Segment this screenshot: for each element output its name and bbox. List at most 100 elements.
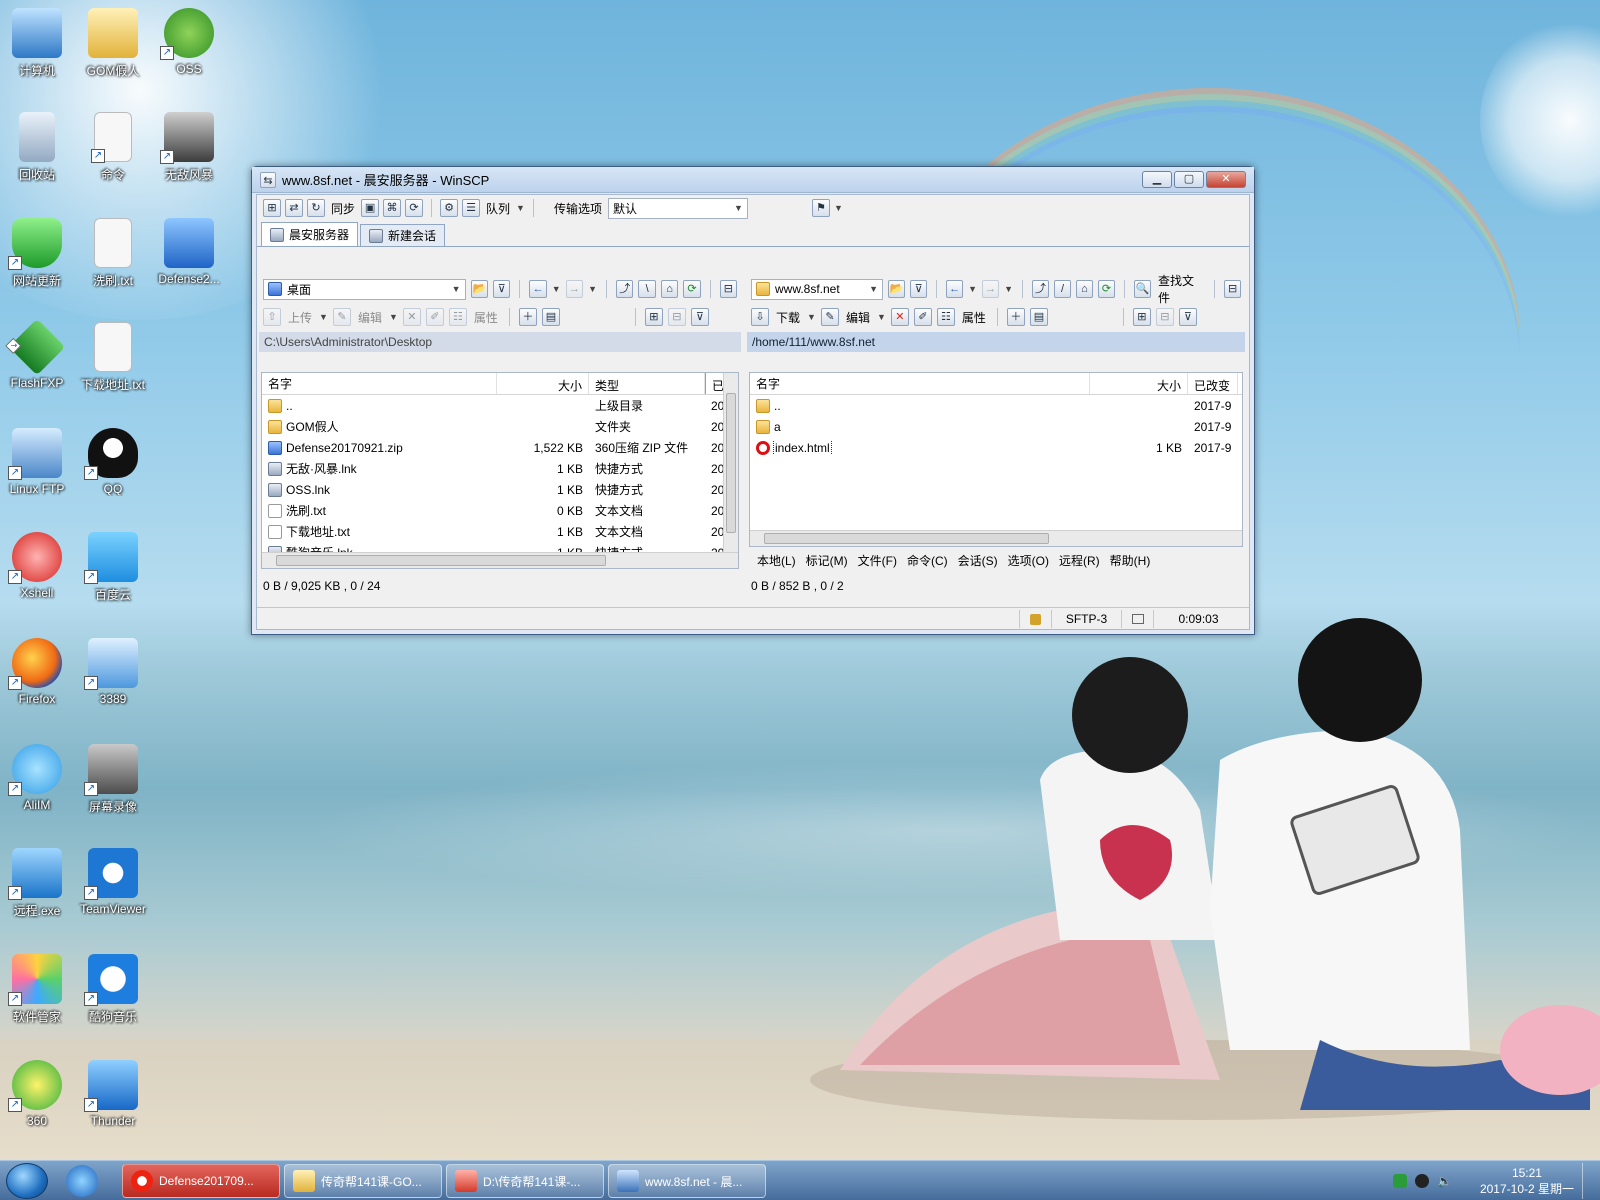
delete-icon[interactable]: ✕ xyxy=(890,308,909,326)
rename-icon[interactable]: ✐ xyxy=(425,308,444,326)
desktop-icon-3389[interactable]: ↗ 3389 xyxy=(76,638,150,706)
chevron-down-icon[interactable]: ▼ xyxy=(516,203,525,213)
column-type[interactable]: 类型 xyxy=(589,373,705,394)
desktop-icon-site-update[interactable]: ↗ 网站更新 xyxy=(0,218,74,289)
home-icon[interactable]: ⌂ xyxy=(1075,280,1094,298)
filter-files-icon[interactable]: ⊽ xyxy=(690,308,709,326)
transfer-options-select[interactable]: 默认 ▼ xyxy=(607,197,748,219)
winscp-window[interactable]: ⇆ www.8sf.net - 晨安服务器 - WinSCP ▁ ▢ ✕ ⊞ ⇄… xyxy=(251,166,1255,635)
refresh-session-icon[interactable]: ⟳ xyxy=(405,199,424,217)
download-button[interactable]: 下载 xyxy=(774,309,802,326)
edit-icon[interactable]: ✎ xyxy=(820,308,839,326)
tree-view-icon[interactable]: ⊟ xyxy=(719,280,737,298)
desktop-icon-command[interactable]: ↗ 命令 xyxy=(76,112,150,183)
menu-local[interactable]: 本地(L) xyxy=(757,552,796,569)
new-folder-icon[interactable]: ＋ xyxy=(518,308,537,326)
remote-location-select[interactable]: www.8sf.net ▼ xyxy=(751,278,884,300)
desktop-icon-xshell[interactable]: ↗ Xshell xyxy=(0,532,74,600)
gear-icon[interactable]: ⚙ xyxy=(440,199,459,217)
upload-icon[interactable]: ⇧ xyxy=(263,308,281,326)
table-row[interactable]: 洗刷.txt 0 KB 文本文档 20 xyxy=(262,500,738,521)
column-name[interactable]: 名字 xyxy=(262,373,497,394)
properties-button[interactable]: 属性 xyxy=(472,309,500,326)
chevron-down-icon[interactable]: ▼ xyxy=(389,312,398,322)
scrollbar-thumb[interactable] xyxy=(726,393,736,533)
table-row[interactable]: Defense20170921.zip 1,522 KB 360压缩 ZIP 文件 2… xyxy=(262,437,738,458)
table-row[interactable]: a 2017-9 xyxy=(750,416,1242,437)
desktop-icon-oss[interactable]: ↗ OSS xyxy=(152,8,226,76)
minimize-button[interactable]: ▁ xyxy=(1142,171,1172,188)
edit-button[interactable]: 编辑 xyxy=(844,309,872,326)
root-folder-icon[interactable]: / xyxy=(1053,280,1071,298)
desktop-icon-xishua[interactable]: 洗刷.txt xyxy=(76,218,150,289)
sync-browse-icon[interactable]: ⇄ xyxy=(285,199,303,217)
clock[interactable]: 15:21 2017-10-2 星期一 xyxy=(1480,1165,1574,1197)
back-arrow-icon[interactable]: ← xyxy=(529,280,547,298)
delete-icon[interactable]: ✕ xyxy=(402,308,421,326)
new-folder-icon[interactable]: ＋ xyxy=(1006,308,1025,326)
root-folder-icon[interactable]: \ xyxy=(638,280,656,298)
desktop-icon-firefox[interactable]: ↗ Firefox xyxy=(0,638,74,706)
chevron-down-icon[interactable]: ▼ xyxy=(588,284,597,294)
remote-path-bar[interactable]: /home/111/www.8sf.net xyxy=(747,332,1245,352)
chevron-down-icon[interactable]: ▼ xyxy=(968,284,977,294)
tab-session-server[interactable]: 晨安服务器 xyxy=(261,222,359,246)
desktop-icon-aliim[interactable]: ↗ AliIM xyxy=(0,744,74,812)
filter-icon[interactable]: ⊽ xyxy=(910,280,928,298)
start-button[interactable] xyxy=(6,1163,48,1199)
local-vertical-scrollbar[interactable] xyxy=(723,373,738,552)
remote-file-list[interactable]: 名字 大小 已改变 .. 2017-9 a 2017-9 index.html 1 KB 2… xyxy=(749,372,1243,547)
desktop-icon-thunder[interactable]: ↗ Thunder xyxy=(76,1060,150,1128)
refresh-icon[interactable]: ⟳ xyxy=(1098,280,1116,298)
putty-icon[interactable]: ⌘ xyxy=(383,199,402,217)
scrollbar-thumb[interactable] xyxy=(276,555,606,566)
edit-icon[interactable]: ✎ xyxy=(332,308,351,326)
menu-command[interactable]: 命令(C) xyxy=(907,552,948,569)
desktop-icon-computer[interactable]: 计算机 xyxy=(0,8,74,79)
queue-icon[interactable]: ☰ xyxy=(462,199,481,217)
chevron-down-icon[interactable]: ▼ xyxy=(1004,284,1013,294)
forward-arrow-icon[interactable]: → xyxy=(982,280,1000,298)
table-row[interactable]: OSS.lnk 1 KB 快捷方式 20 xyxy=(262,479,738,500)
parent-folder-icon[interactable]: ⤴ xyxy=(616,280,634,298)
menu-options[interactable]: 选项(O) xyxy=(1008,552,1049,569)
terminal-icon[interactable]: ▣ xyxy=(361,199,380,217)
volume-icon[interactable]: 🔈 xyxy=(1437,1174,1452,1188)
desktop-icon-qq[interactable]: ↗ QQ xyxy=(76,428,150,496)
edit-button[interactable]: 编辑 xyxy=(356,309,384,326)
desktop-icon-recycle-bin[interactable]: 回收站 xyxy=(0,112,74,183)
desktop-icon-download-list[interactable]: 下载地址.txt xyxy=(76,322,150,393)
deselect-icon[interactable]: ⊟ xyxy=(667,308,686,326)
rename-icon[interactable]: ✐ xyxy=(913,308,932,326)
column-name[interactable]: 名字 xyxy=(750,373,1090,394)
forward-arrow-icon[interactable]: → xyxy=(565,280,584,298)
menu-session[interactable]: 会话(S) xyxy=(958,552,998,569)
chevron-down-icon[interactable]: ▼ xyxy=(552,284,561,294)
qq-tray-icon[interactable] xyxy=(1415,1174,1429,1188)
refresh-icon[interactable]: ⟳ xyxy=(683,280,701,298)
desktop-icon-remote[interactable]: ↗ 远程.exe xyxy=(0,848,74,919)
back-arrow-icon[interactable]: ← xyxy=(946,280,964,298)
tab-new-session[interactable]: 新建会话 xyxy=(360,224,446,246)
tree-view-icon[interactable]: ⊟ xyxy=(1224,280,1242,298)
close-button[interactable]: ✕ xyxy=(1206,171,1246,188)
desktop-icon-gom[interactable]: GOM假人 xyxy=(76,8,150,79)
deselect-icon[interactable]: ⊟ xyxy=(1155,308,1174,326)
ie-icon[interactable] xyxy=(66,1165,98,1197)
column-changed[interactable]: 已改变 xyxy=(1188,373,1238,394)
properties-icon[interactable]: ☷ xyxy=(448,308,467,326)
sync-button[interactable]: 同步 xyxy=(329,200,357,217)
desktop-icon-teamviewer[interactable]: ↗ TeamViewer xyxy=(76,848,150,916)
tray-app-icon[interactable] xyxy=(1393,1174,1407,1188)
select-all-icon[interactable]: ⊞ xyxy=(1132,308,1151,326)
table-row[interactable]: .. 2017-9 xyxy=(750,395,1242,416)
home-icon[interactable]: ⌂ xyxy=(660,280,679,298)
task-editor[interactable]: D:\传奇帮141课-... xyxy=(446,1164,604,1198)
desktop-icon-flashfxp[interactable]: ↗ FlashFXP xyxy=(0,318,74,390)
task-defense[interactable]: Defense201709... xyxy=(122,1164,280,1198)
chevron-down-icon[interactable]: ▼ xyxy=(877,312,886,322)
open-folder-icon[interactable]: 📂 xyxy=(470,280,488,298)
find-files-icon[interactable]: 🔍 xyxy=(1133,280,1152,298)
show-desktop-button[interactable] xyxy=(1582,1163,1592,1199)
synchronize-icon[interactable]: ↻ xyxy=(307,199,325,217)
